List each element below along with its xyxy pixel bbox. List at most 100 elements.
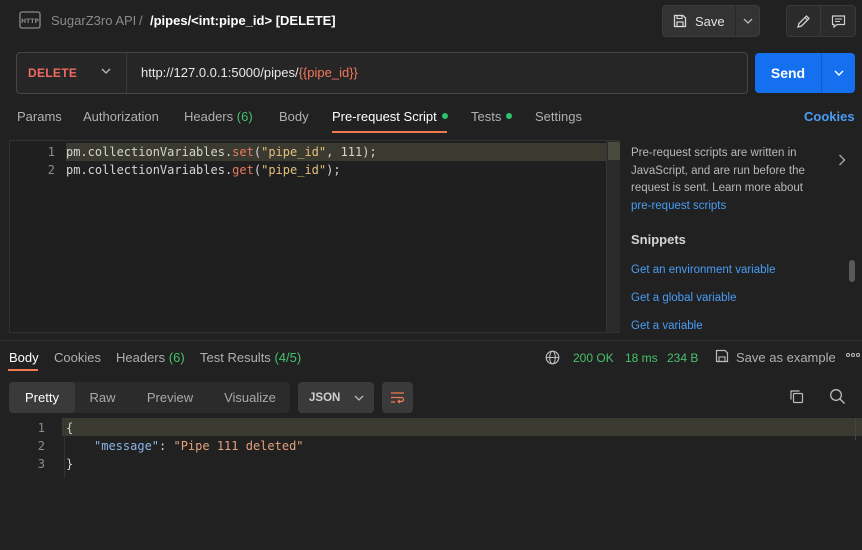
tab-headers[interactable]: Headers (6) [184,109,253,124]
help-description: Pre-request scripts are written in JavaS… [631,145,831,215]
script-editor[interactable]: 1 pm.collectionVariables.set("pipe_id", … [9,140,620,333]
request-tabs: Params Authorization Headers (6) Body Pr… [0,100,862,134]
header: HTTP SugarZ3ro API / /pipes/<int:pipe_id… [0,0,862,44]
scrollbar-thumb[interactable] [608,142,620,160]
edit-button[interactable] [787,6,821,36]
chevron-right-icon[interactable] [838,154,846,166]
tab-label: Pre-request Script [332,109,437,124]
code-line: "message": "Pipe 111 deleted" [94,439,304,453]
response-tab-cookies[interactable]: Cookies [54,350,101,365]
response-body-viewer[interactable]: 1 { 2 "message": "Pipe 111 deleted" 3 } [0,418,862,550]
chevron-down-icon [101,68,111,74]
response-tab-body[interactable]: Body [9,350,39,365]
view-pretty[interactable]: Pretty [9,382,75,413]
snippet-item[interactable]: Get a variable [631,320,703,332]
test-results-count: (4/5) [274,350,302,365]
tab-authorization[interactable]: Authorization [83,109,159,124]
cookies-link[interactable]: Cookies [804,109,855,124]
url-input[interactable]: http://127.0.0.1:5000/pipes/{{pipe_id}} [141,65,358,80]
headers-count: (6) [236,109,253,124]
snippets-heading: Snippets [631,232,686,247]
tab-settings[interactable]: Settings [535,109,582,124]
tab-body[interactable]: Body [279,109,309,124]
view-mode-group: Pretty Raw Preview Visualize [9,382,290,413]
pane-divider[interactable] [0,340,862,341]
tab-label: Cookies [54,350,101,365]
line-number: 1 [47,145,55,159]
status-dot [506,113,513,119]
response-tab-headers[interactable]: Headers (6) [116,350,185,365]
method-label: DELETE [28,66,78,80]
line-number: 1 [37,421,45,435]
tab-label: Authorization [83,109,159,124]
request-title[interactable]: /pipes/<int:pipe_id> [DELETE] [150,13,336,28]
http-file-icon: HTTP [19,11,41,29]
status-dot [441,113,448,119]
view-visualize[interactable]: Visualize [210,382,290,413]
tab-label: Params [17,109,62,124]
more-dots-icon [846,353,860,357]
save-button[interactable]: Save [663,6,736,36]
tab-label: Test Results [200,350,271,365]
svg-text:HTTP: HTTP [21,18,39,25]
response-size[interactable]: 234 B [667,351,698,365]
url-variable: {{pipe_id}} [298,65,358,80]
comments-button[interactable] [821,6,855,36]
gutter-divider [64,418,65,478]
save-as-example-button[interactable]: Save as example [736,350,836,365]
script-help-panel: Pre-request scripts are written in JavaS… [620,140,862,333]
snippet-item[interactable]: Get an environment variable [631,264,775,276]
learn-more-link[interactable]: pre-request scripts [631,200,726,212]
tab-tests[interactable]: Tests [471,109,513,124]
search-icon[interactable] [829,388,846,405]
editor-scrollbar[interactable] [606,141,620,332]
tab-label: Headers [116,350,166,365]
send-button[interactable]: Send [755,53,822,93]
line-number: 2 [47,163,55,177]
globe-icon[interactable] [545,350,560,365]
breadcrumb-collection[interactable]: SugarZ3ro API [51,13,136,28]
chevron-down-icon [743,18,753,24]
save-button-group: Save [662,5,760,37]
wrap-lines-icon [391,392,405,404]
view-preview[interactable]: Preview [130,382,210,413]
headers-count: (6) [168,350,185,365]
tab-label: Tests [471,109,502,124]
snippet-item[interactable]: Get a global variable [631,292,736,304]
copy-icon[interactable] [789,389,804,404]
send-button-group: Send [755,53,855,93]
line-number: 2 [37,439,45,453]
tab-params[interactable]: Params [17,109,62,124]
line-number: 3 [37,457,45,471]
url-base: http://127.0.0.1:5000/pipes/ [141,65,299,80]
response-tab-test-results[interactable]: Test Results (4/5) [200,350,301,365]
more-options-button[interactable] [846,346,860,361]
tab-pre-request-script[interactable]: Pre-request Script [332,109,448,124]
tab-label: Body [9,350,39,365]
floppy-icon [673,14,687,28]
send-dropdown-button[interactable] [822,53,855,93]
code-line: } [66,457,74,471]
active-tab-underline [332,131,447,133]
response-time[interactable]: 18 ms [625,351,658,365]
help-text: Pre-request scripts are written in JavaS… [631,147,805,194]
breadcrumb-separator: / [139,13,143,28]
code-line: pm.collectionVariables.set("pipe_id", 11… [66,145,377,159]
chevron-down-icon [834,70,843,76]
panel-scrollbar-thumb[interactable] [849,260,855,282]
format-select[interactable]: JSON [298,382,374,413]
response-scrollbar[interactable] [855,418,862,440]
wrap-lines-button[interactable] [382,382,413,413]
save-label: Save [695,13,725,29]
format-label: JSON [309,391,341,404]
view-raw[interactable]: Raw [75,382,130,413]
tab-label: Headers [184,109,234,124]
floppy-icon [715,349,729,363]
status-code[interactable]: 200 OK [573,351,614,365]
active-tab-underline [8,369,38,371]
header-actions [786,5,856,37]
tab-label: Settings [535,109,582,124]
save-dropdown-button[interactable] [736,6,760,36]
code-line: pm.collectionVariables.get("pipe_id"); [66,163,341,177]
code-line: { [66,421,74,435]
